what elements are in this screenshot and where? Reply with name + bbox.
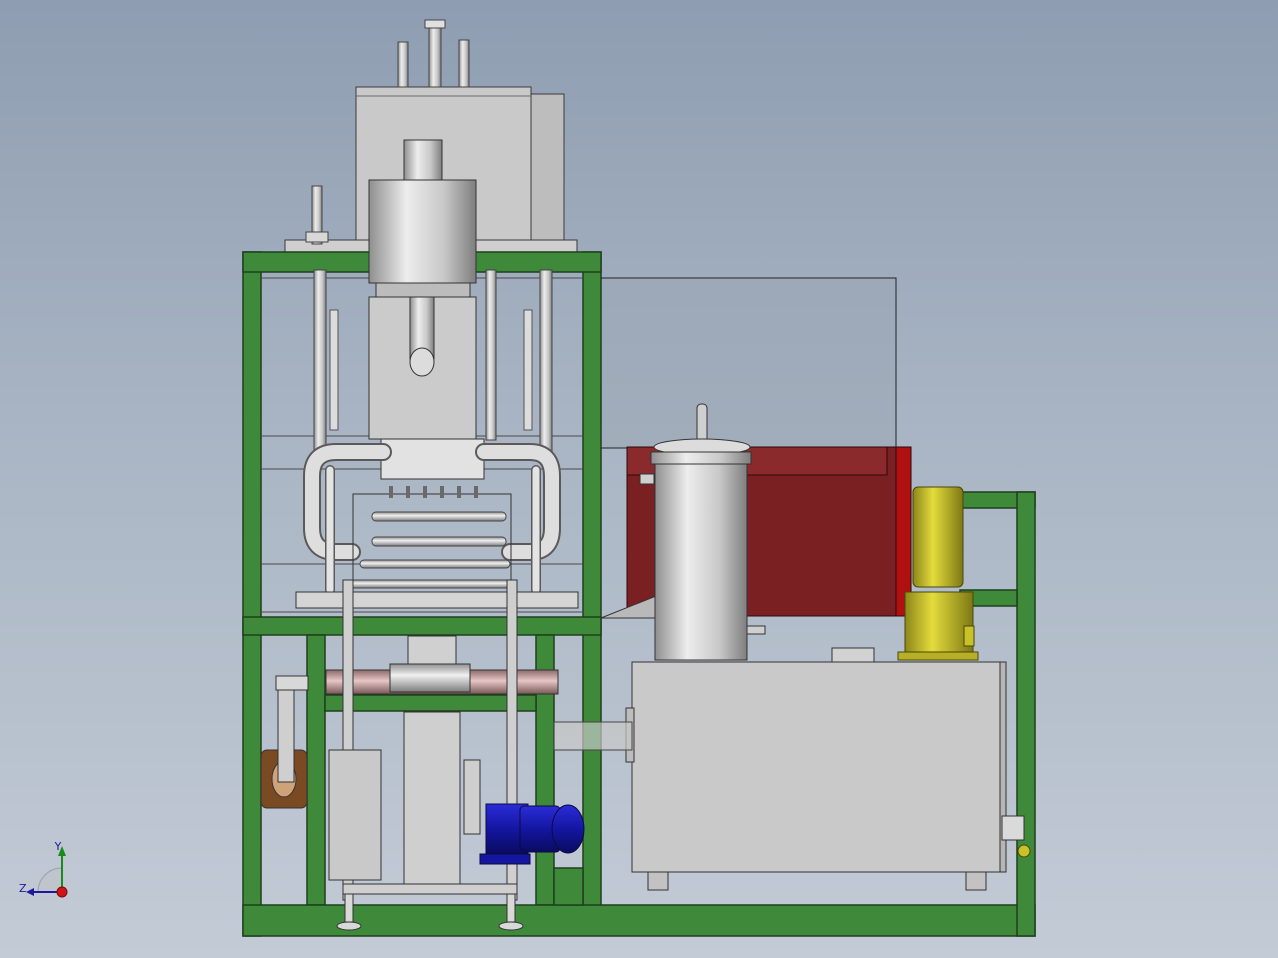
axis-z-label: Z (19, 882, 27, 895)
belt-pulley (260, 689, 308, 809)
coordinate-triad: Y Z (19, 840, 68, 898)
base-tank (625, 647, 1031, 891)
spray-nozzles (389, 486, 478, 498)
drive-motor (463, 759, 585, 865)
axis-y-label: Y (54, 840, 62, 853)
transparent-cover (599, 277, 897, 449)
central-column (368, 139, 485, 480)
cad-viewport[interactable]: Y Z (0, 0, 1278, 958)
machine-assembly-drawing: Y Z (19, 19, 1036, 937)
gearbox-housing (328, 749, 382, 881)
lower-crossbar (553, 721, 633, 751)
axis-x-arrow (56, 886, 68, 898)
red-reservoir-tank (600, 446, 912, 619)
